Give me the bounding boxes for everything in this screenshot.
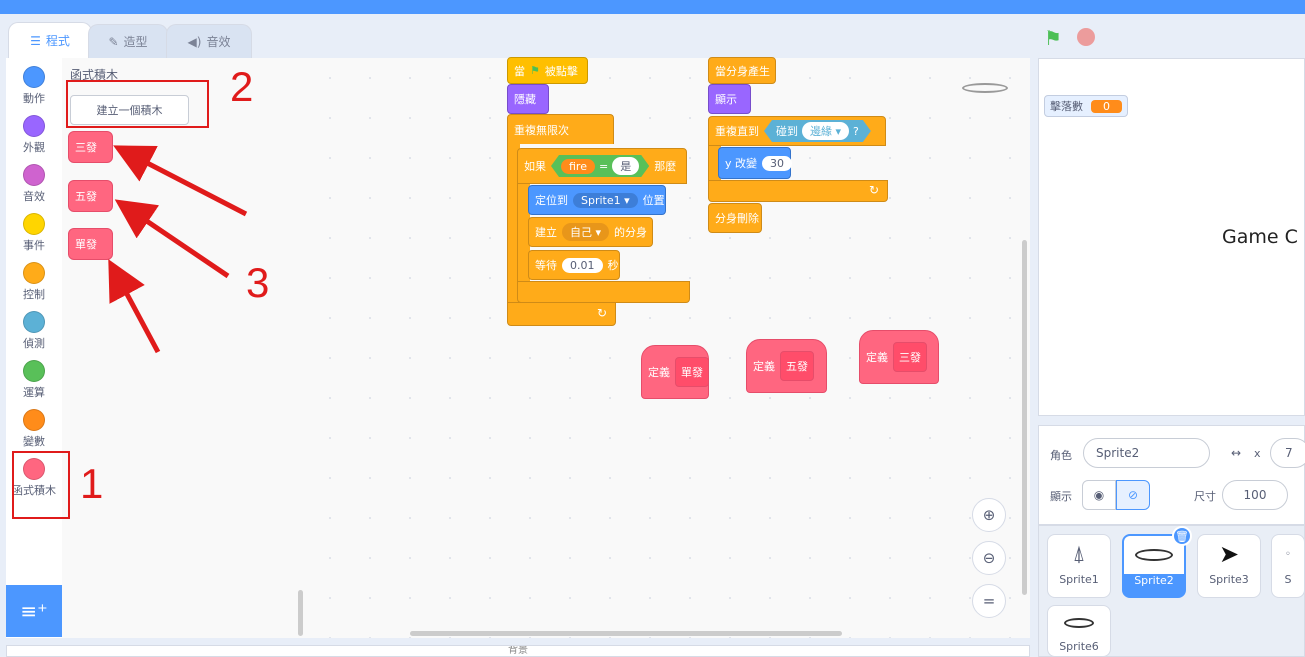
arrow-sprite-icon: ➤: [1218, 540, 1240, 568]
show-label: 顯示: [1050, 490, 1072, 503]
arrow-to-single-shot: [108, 259, 161, 354]
show-hidden-button[interactable]: ⊘: [1116, 480, 1150, 510]
arrow-to-three-shot: [113, 145, 248, 217]
arrow-to-five-shot: [114, 199, 230, 279]
sprite-card-sprite1[interactable]: ⍋ Sprite1: [1047, 534, 1111, 598]
sprite-card-sprite3[interactable]: ➤ Sprite3: [1197, 534, 1261, 598]
sprite-card-sprite6[interactable]: Sprite6: [1047, 605, 1111, 657]
trash-icon: 🗑: [1175, 529, 1189, 543]
size-input[interactable]: 100: [1222, 480, 1288, 510]
eye-slash-icon: ⊘: [1127, 488, 1139, 502]
backpack-bar[interactable]: 背景: [6, 645, 1030, 657]
bullet-icon: [1135, 549, 1173, 561]
bullet-icon: [1064, 618, 1094, 628]
sprite-label: 角色: [1050, 449, 1072, 462]
x-input[interactable]: 7: [1270, 438, 1305, 468]
show-visible-button[interactable]: ◉: [1082, 480, 1116, 510]
delete-sprite-button[interactable]: 🗑: [1172, 526, 1192, 546]
sprite-name-input[interactable]: Sprite2: [1083, 438, 1210, 468]
eye-icon: ◉: [1093, 488, 1105, 502]
score-monitor-value: 0: [1091, 99, 1122, 113]
rocket-icon: ⍋: [1072, 541, 1086, 567]
x-label: x: [1254, 447, 1261, 460]
sprite-card-partial[interactable]: ◦ S: [1271, 534, 1305, 598]
score-monitor: 擊落數 0: [1044, 95, 1128, 117]
x-arrow-icon: ↔: [1231, 446, 1242, 460]
size-label: 尺寸: [1194, 490, 1216, 503]
stage-text: Game C: [1222, 226, 1298, 248]
